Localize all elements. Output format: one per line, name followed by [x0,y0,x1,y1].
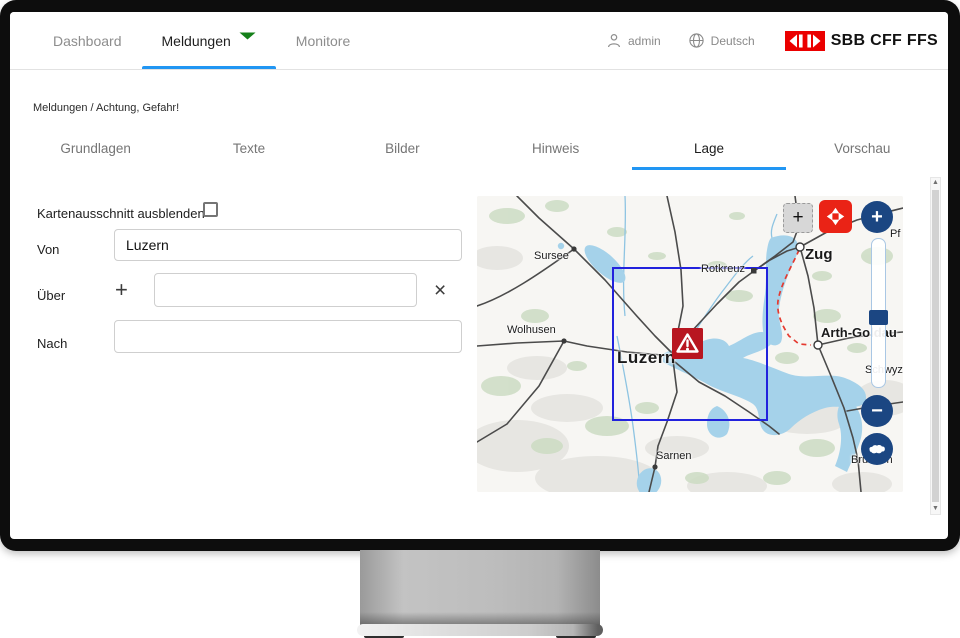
monitor: Dashboard Meldungen Monitore [0,0,960,638]
tab-grundlagen[interactable]: Grundlagen [19,126,172,170]
nav-label: Monitore [296,33,350,49]
header-right: admin Deutsch [607,12,938,69]
green-caret-icon [239,32,256,40]
globe-icon [689,33,704,48]
tab-hinweis[interactable]: Hinweis [479,126,632,170]
nach-label: Nach [37,336,67,351]
monitor-stand-neck [360,550,600,626]
ueber-input[interactable] [154,273,417,307]
tab-texte[interactable]: Texte [172,126,325,170]
pan-mode-button[interactable] [819,200,852,233]
user-name: admin [628,34,661,48]
main-nav: Dashboard Meldungen Monitore [33,12,370,69]
scrollbar-thumb[interactable] [932,190,939,502]
sbb-logo-icon [785,31,825,51]
breadcrumb: Meldungen / Achtung, Gefahr! [33,102,179,114]
zoom-slider-handle[interactable] [869,310,888,325]
map-canvas[interactable]: SurseeWolhusenLuzernRotkreuzZugArth-Gold… [477,196,903,492]
nach-input[interactable] [114,320,462,353]
tab-vorschau[interactable]: Vorschau [786,126,939,170]
add-region-button[interactable]: + [783,203,813,233]
zoom-in-glyph: + [871,206,883,229]
tab-label: Hinweis [532,141,579,156]
tab-label: Texte [233,141,265,156]
logo-text: SBB CFF FFS [831,32,938,50]
hide-map-checkbox[interactable] [203,202,218,217]
tab-label: Vorschau [834,141,890,156]
pan-arrows-icon [824,205,847,228]
nav-label: Meldungen [162,33,231,49]
scrollbar-down-arrow[interactable]: ▼ [931,504,940,514]
nav-item-monitore[interactable]: Monitore [276,12,370,69]
add-region-glyph: + [792,207,803,229]
nav-item-dashboard[interactable]: Dashboard [33,12,142,69]
ueber-label: Über [37,288,65,303]
von-input[interactable] [114,229,462,261]
switzerland-icon [868,443,886,455]
tab-label: Grundlagen [60,141,131,156]
sbb-logo: SBB CFF FFS [785,31,938,51]
tab-bilder[interactable]: Bilder [326,126,479,170]
zoom-in-button[interactable]: + [861,201,893,233]
clear-via-button[interactable]: × [434,280,446,301]
monitor-stand-base [357,624,603,636]
app-header: Dashboard Meldungen Monitore [10,12,948,70]
active-tab-underline [632,167,785,170]
tab-bar: Grundlagen Texte Bilder Hinweis Lage Vor… [10,126,948,170]
tab-label: Bilder [385,141,420,156]
zoom-out-button[interactable]: − [861,395,893,427]
user-menu[interactable]: admin [607,33,661,48]
reset-extent-button[interactable] [861,433,893,465]
nav-label: Dashboard [53,33,122,49]
nav-item-meldungen[interactable]: Meldungen [142,12,276,69]
user-icon [607,33,621,48]
scrollbar-up-arrow[interactable]: ▲ [931,178,940,188]
von-label: Von [37,242,59,257]
warning-icon [672,328,703,359]
active-nav-underline [142,66,276,69]
add-via-button[interactable]: + [115,279,128,301]
zoom-out-glyph: − [871,400,883,423]
page-scrollbar[interactable]: ▲ ▼ [930,177,941,515]
language-menu[interactable]: Deutsch [689,33,755,48]
language-name: Deutsch [711,34,755,48]
tab-lage[interactable]: Lage [632,126,785,170]
hide-map-label: Kartenausschnitt ausblenden [37,206,205,221]
danger-marker[interactable] [672,328,703,359]
tab-label: Lage [694,141,724,156]
app-window: Dashboard Meldungen Monitore [10,12,948,539]
zoom-slider[interactable] [871,238,886,388]
